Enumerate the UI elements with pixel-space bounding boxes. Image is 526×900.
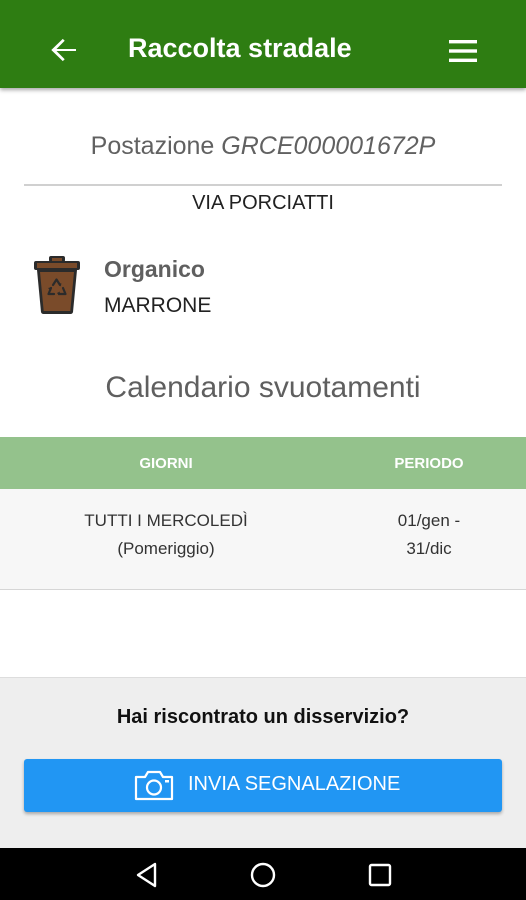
system-nav-bar [0, 848, 526, 900]
nav-back-icon[interactable] [133, 861, 161, 889]
divider [24, 184, 502, 186]
nav-home-icon[interactable] [249, 861, 277, 889]
nav-recents-icon[interactable] [366, 861, 394, 889]
days-text: TUTTI I MERCOLEDÌ [84, 511, 248, 530]
table-row: TUTTI I MERCOLEDÌ (Pomeriggio) 01/gen - … [0, 489, 526, 590]
report-footer: Hai riscontrato un disservizio? INVIA SE… [0, 677, 526, 848]
bin-color: MARRONE [104, 294, 212, 317]
calendar-title: Calendario svuotamenti [105, 371, 421, 404]
station-heading: Postazione GRCE000001672P [0, 132, 526, 161]
period-start: 01/gen - [397, 511, 461, 530]
column-header-days: GIORNI [139, 455, 193, 472]
app-bar: Raccolta stradale [0, 0, 526, 88]
period-end: 31/dic [406, 539, 452, 558]
column-header-period: PERIODO [394, 455, 464, 472]
report-question: Hai riscontrato un disservizio? [116, 706, 410, 728]
cell-days: TUTTI I MERCOLEDÌ (Pomeriggio) [0, 507, 332, 563]
send-report-button[interactable]: INVIA SEGNALAZIONE [24, 759, 502, 812]
cell-period: 01/gen - 31/dic [332, 507, 526, 563]
hamburger-menu-icon[interactable] [448, 38, 478, 64]
calendar-table-header: GIORNI PERIODO [0, 437, 526, 489]
days-time-text: (Pomeriggio) [117, 539, 215, 558]
page-title: Raccolta stradale [128, 33, 352, 63]
station-street: VIA PORCIATTI [192, 192, 334, 214]
arrow-back-icon[interactable] [48, 34, 80, 66]
recycle-bin-icon [34, 256, 80, 314]
station-code: GRCE000001672P [221, 132, 436, 160]
camera-icon [134, 770, 174, 801]
waste-type: Organico [104, 256, 205, 282]
send-report-label: INVIA SEGNALAZIONE [188, 773, 401, 795]
station-prefix: Postazione [90, 132, 215, 160]
